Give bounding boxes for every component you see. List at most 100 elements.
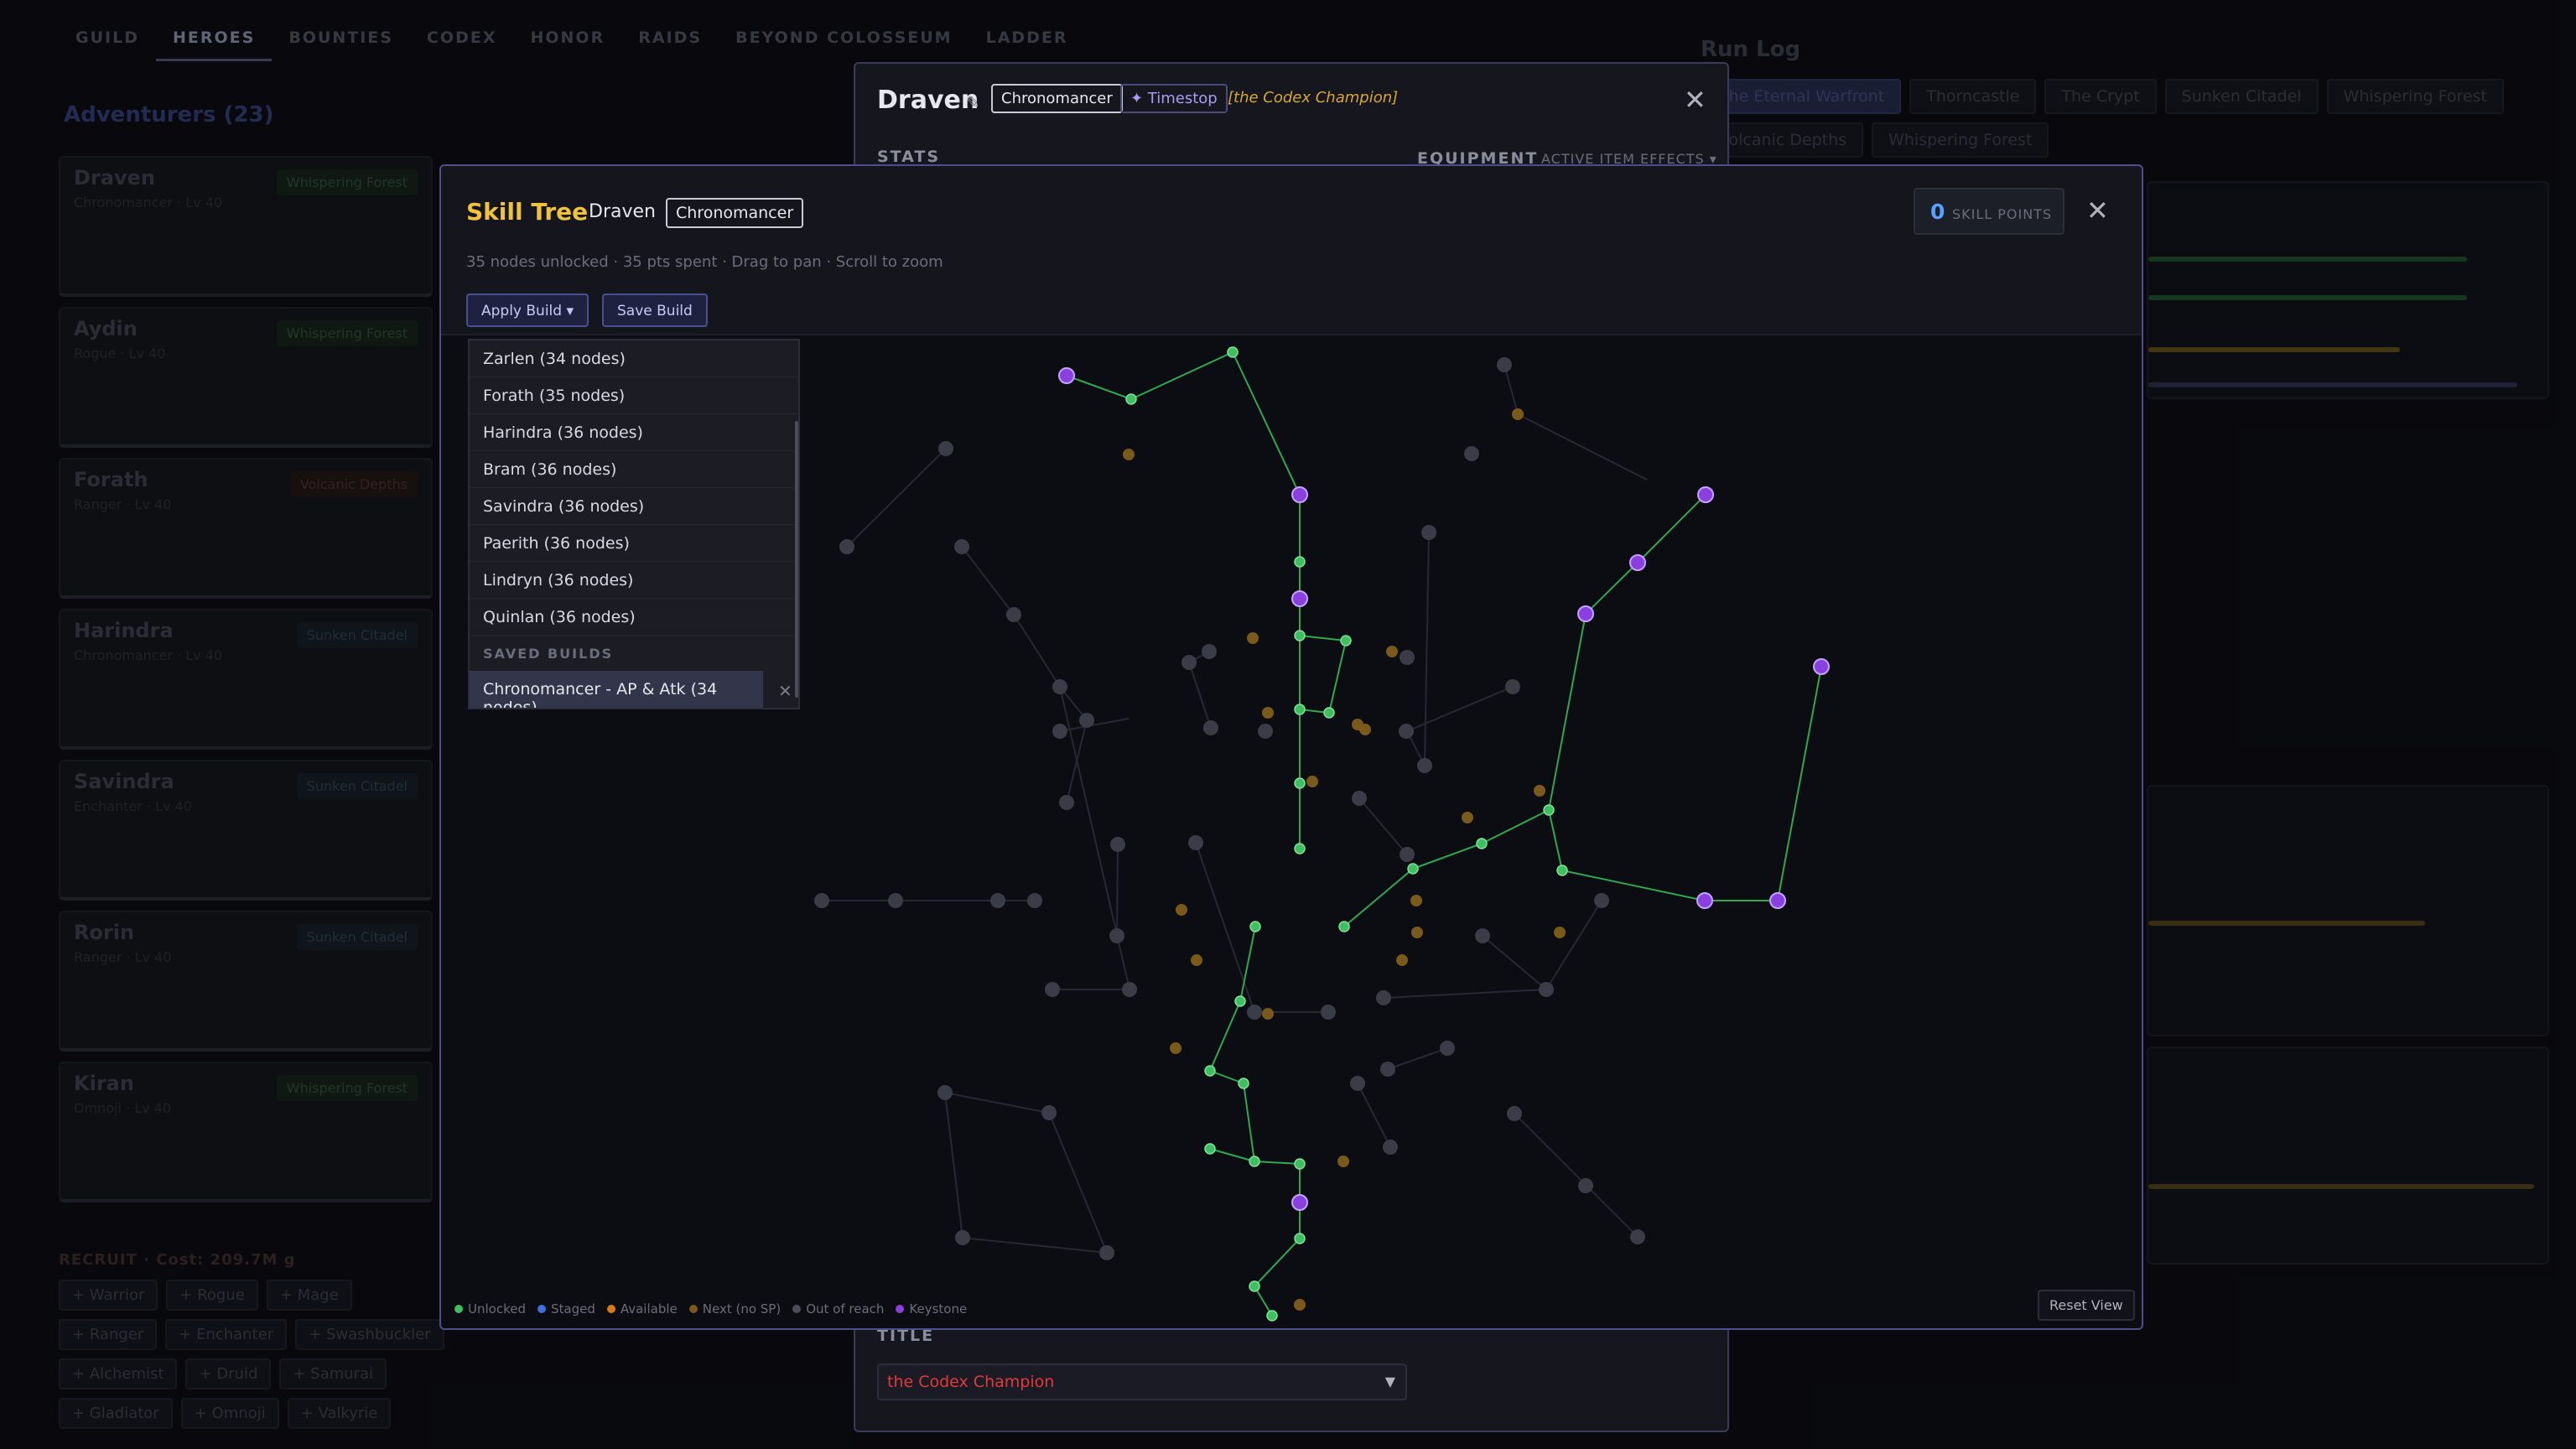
- build-option[interactable]: Savindra (36 nodes): [470, 488, 798, 525]
- tree-node-unlocked[interactable]: [1227, 346, 1239, 358]
- tree-node-next[interactable]: [1247, 632, 1259, 644]
- tree-node-next[interactable]: [1262, 1008, 1274, 1020]
- tree-node-next[interactable]: [1534, 785, 1545, 797]
- tree-node-out-of-reach[interactable]: [1507, 1106, 1522, 1121]
- tree-node-unlocked[interactable]: [1294, 704, 1306, 715]
- tree-node-out-of-reach[interactable]: [1188, 835, 1203, 850]
- tree-node-keystone[interactable]: [1058, 367, 1075, 384]
- saved-build-item[interactable]: Chronomancer - AP & Atk (34 nodes): [470, 671, 763, 708]
- tree-node-out-of-reach[interactable]: [1041, 1105, 1057, 1120]
- tree-node-out-of-reach[interactable]: [1383, 1140, 1398, 1155]
- tree-node-out-of-reach[interactable]: [1594, 893, 1609, 908]
- tree-node-next[interactable]: [1191, 954, 1202, 966]
- tree-node-out-of-reach[interactable]: [1352, 791, 1367, 806]
- tree-node-out-of-reach[interactable]: [1052, 679, 1067, 694]
- tree-node-next[interactable]: [1410, 895, 1422, 906]
- tree-node-out-of-reach[interactable]: [1006, 607, 1021, 622]
- tree-node-unlocked[interactable]: [1323, 707, 1335, 719]
- tree-node-out-of-reach[interactable]: [1440, 1041, 1455, 1056]
- tree-node-out-of-reach[interactable]: [1109, 928, 1124, 943]
- tree-node-unlocked[interactable]: [1338, 921, 1350, 932]
- tree-node-unlocked[interactable]: [1294, 630, 1306, 641]
- tree-node-out-of-reach[interactable]: [814, 893, 829, 908]
- tree-node-keystone[interactable]: [1769, 892, 1786, 909]
- tree-node-out-of-reach[interactable]: [1399, 724, 1414, 739]
- tree-node-next[interactable]: [1176, 904, 1187, 916]
- tree-node-out-of-reach[interactable]: [839, 539, 854, 554]
- tree-node-keystone[interactable]: [1291, 590, 1308, 607]
- tree-node-out-of-reach[interactable]: [1258, 724, 1273, 739]
- tree-node-unlocked[interactable]: [1294, 843, 1306, 854]
- build-option[interactable]: Bram (36 nodes): [470, 451, 798, 488]
- title-select[interactable]: the Codex Champion ▼: [877, 1363, 1407, 1400]
- tree-node-out-of-reach[interactable]: [1505, 679, 1520, 694]
- tree-node-next[interactable]: [1306, 776, 1318, 787]
- tree-node-unlocked[interactable]: [1543, 804, 1555, 816]
- tree-node-out-of-reach[interactable]: [1122, 982, 1137, 997]
- save-build-button[interactable]: Save Build: [602, 293, 708, 327]
- tree-node-unlocked[interactable]: [1266, 1310, 1278, 1322]
- tree-node-keystone[interactable]: [1813, 658, 1830, 675]
- tree-node-next[interactable]: [1411, 927, 1423, 938]
- tree-node-out-of-reach[interactable]: [1027, 893, 1042, 908]
- tree-node-out-of-reach[interactable]: [955, 1230, 970, 1245]
- tree-node-next[interactable]: [1512, 408, 1524, 420]
- build-option[interactable]: Forath (35 nodes): [470, 377, 798, 414]
- tree-node-unlocked[interactable]: [1294, 556, 1306, 568]
- tree-node-keystone[interactable]: [1696, 892, 1713, 909]
- tree-node-unlocked[interactable]: [1407, 863, 1419, 875]
- tree-node-out-of-reach[interactable]: [937, 1085, 953, 1100]
- tree-node-out-of-reach[interactable]: [1110, 837, 1125, 852]
- tree-node-out-of-reach[interactable]: [1400, 847, 1415, 862]
- tree-node-out-of-reach[interactable]: [1464, 446, 1479, 461]
- delete-icon[interactable]: ✕: [778, 681, 792, 701]
- tree-node-out-of-reach[interactable]: [954, 539, 969, 554]
- tree-node-out-of-reach[interactable]: [1059, 795, 1074, 810]
- tree-node-next[interactable]: [1554, 927, 1566, 938]
- build-option[interactable]: Quinlan (36 nodes): [470, 599, 798, 636]
- tree-node-out-of-reach[interactable]: [888, 893, 903, 908]
- tree-node-out-of-reach[interactable]: [1630, 1229, 1645, 1244]
- tree-node-out-of-reach[interactable]: [1417, 758, 1432, 773]
- tree-node-out-of-reach[interactable]: [1475, 928, 1490, 943]
- tree-node-unlocked[interactable]: [1249, 921, 1261, 932]
- tree-node-out-of-reach[interactable]: [1079, 713, 1094, 728]
- tree-node-unlocked[interactable]: [1340, 635, 1352, 647]
- tree-node-out-of-reach[interactable]: [1182, 655, 1197, 670]
- tree-node-unlocked[interactable]: [1294, 777, 1306, 789]
- build-option[interactable]: Lindryn (36 nodes): [470, 562, 798, 599]
- tree-node-out-of-reach[interactable]: [1380, 1062, 1395, 1077]
- tree-node-unlocked[interactable]: [1476, 838, 1488, 849]
- tree-node-out-of-reach[interactable]: [1099, 1245, 1114, 1260]
- tree-node-unlocked[interactable]: [1125, 393, 1137, 405]
- tree-node-out-of-reach[interactable]: [1202, 644, 1217, 659]
- pencil-icon[interactable]: ✎: [966, 92, 980, 112]
- close-icon[interactable]: ✕: [2086, 195, 2109, 226]
- tree-node-unlocked[interactable]: [1249, 1280, 1260, 1292]
- tree-node-out-of-reach[interactable]: [1045, 982, 1060, 997]
- tree-node-unlocked[interactable]: [1238, 1078, 1249, 1089]
- tree-node-unlocked[interactable]: [1204, 1065, 1216, 1077]
- build-option[interactable]: Zarlen (34 nodes): [470, 340, 798, 377]
- tree-node-keystone[interactable]: [1577, 605, 1594, 622]
- tree-node-out-of-reach[interactable]: [1321, 1005, 1336, 1020]
- tree-node-keystone[interactable]: [1291, 1194, 1308, 1211]
- build-option[interactable]: Paerith (36 nodes): [470, 525, 798, 562]
- tree-node-keystone[interactable]: [1629, 554, 1646, 571]
- tree-node-unlocked[interactable]: [1556, 865, 1568, 876]
- tree-node-out-of-reach[interactable]: [1421, 525, 1436, 540]
- tree-node-out-of-reach[interactable]: [1578, 1178, 1593, 1193]
- tree-node-next[interactable]: [1294, 1299, 1306, 1311]
- build-option[interactable]: Harindra (36 nodes): [470, 414, 798, 451]
- apply-build-button[interactable]: Apply Build ▾: [466, 293, 589, 327]
- tree-node-out-of-reach[interactable]: [1497, 357, 1512, 372]
- tree-node-next[interactable]: [1386, 646, 1398, 657]
- tree-node-unlocked[interactable]: [1204, 1143, 1216, 1155]
- tree-node-next[interactable]: [1396, 954, 1408, 966]
- tree-node-next[interactable]: [1337, 1156, 1349, 1167]
- tree-node-keystone[interactable]: [1291, 486, 1308, 503]
- tree-node-out-of-reach[interactable]: [1247, 1005, 1262, 1020]
- reset-view-button[interactable]: Reset View: [2038, 1290, 2135, 1321]
- tree-node-unlocked[interactable]: [1294, 1158, 1306, 1170]
- tree-node-next[interactable]: [1262, 707, 1274, 719]
